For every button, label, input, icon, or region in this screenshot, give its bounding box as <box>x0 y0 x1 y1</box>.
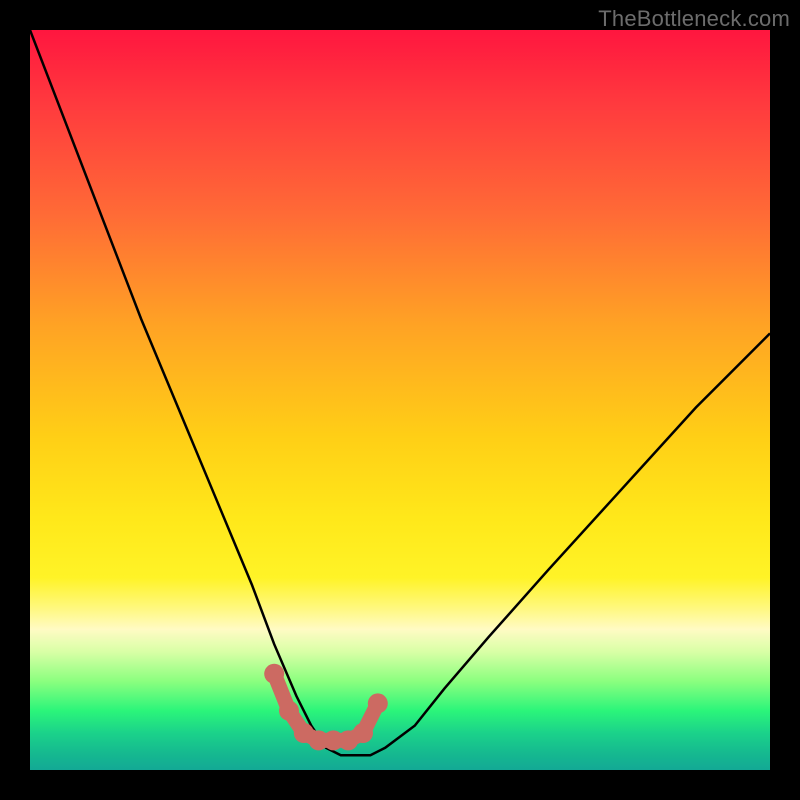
plot-area <box>30 30 770 770</box>
marker-group <box>264 664 388 751</box>
bottleneck-curve <box>30 30 770 755</box>
chart-frame: TheBottleneck.com <box>0 0 800 800</box>
watermark-text: TheBottleneck.com <box>598 6 790 32</box>
curve-layer <box>30 30 770 770</box>
marker-dot <box>279 701 299 721</box>
marker-dot <box>264 664 284 684</box>
marker-dot <box>368 693 388 713</box>
marker-dot <box>353 723 373 743</box>
